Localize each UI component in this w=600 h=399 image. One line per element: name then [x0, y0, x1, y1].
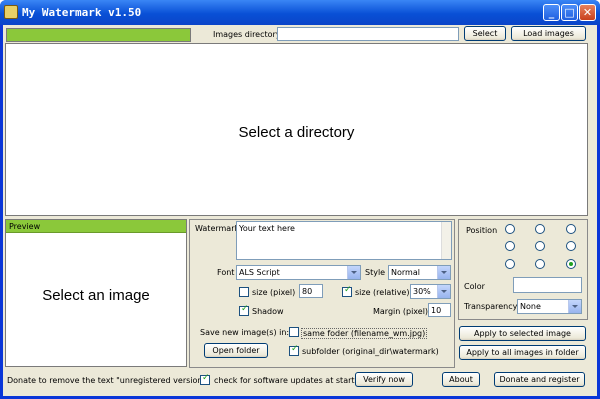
same-folder-label: same foder (filename_wm.jpg) — [301, 328, 428, 339]
font-select[interactable]: ALS Script — [236, 265, 361, 280]
position-top-center-radio[interactable] — [535, 224, 545, 234]
select-directory-placeholder: Select a directory — [238, 124, 355, 141]
watermark-scrollbar[interactable] — [441, 222, 451, 259]
color-label: Color — [464, 282, 485, 291]
select-button[interactable]: Select — [464, 26, 506, 41]
subfolder-checkbox[interactable] — [289, 344, 299, 356]
about-button[interactable]: About — [442, 372, 480, 387]
transparency-label: Transparency — [464, 302, 518, 311]
apply-all-button[interactable]: Apply to all images in folder — [459, 345, 586, 360]
progress-bar — [6, 28, 191, 42]
donate-register-button[interactable]: Donate and register — [494, 372, 585, 387]
shadow-checkbox[interactable] — [239, 304, 249, 316]
minimize-icon: _ — [548, 6, 555, 19]
transparency-select[interactable]: None — [517, 299, 582, 314]
transparency-value: None — [520, 302, 541, 311]
apply-selected-button[interactable]: Apply to selected image — [459, 326, 586, 341]
size-relative-checkbox[interactable] — [342, 285, 352, 297]
position-middle-center-radio[interactable] — [535, 241, 545, 251]
images-directory-field[interactable] — [277, 27, 459, 41]
check-updates-label: check for software updates at startup — [214, 376, 365, 385]
chevron-down-icon — [568, 300, 581, 313]
images-directory-label: Images directory — [213, 30, 281, 39]
save-in-label: Save new image(s) in: — [200, 328, 290, 337]
check-updates-checkbox[interactable] — [200, 373, 210, 385]
size-pixel-checkbox[interactable] — [239, 287, 249, 297]
position-middle-right-radio[interactable] — [566, 241, 576, 251]
preview-panel: Preview Select an image — [5, 219, 187, 367]
subfolder-label: subfolder (original_dir\watermark) — [302, 347, 439, 356]
chevron-down-icon — [347, 266, 360, 279]
margin-label: Margin (pixel) — [373, 307, 429, 316]
preview-title: Preview — [9, 222, 41, 231]
size-relative-label: size (relative) — [355, 288, 410, 297]
open-folder-button[interactable]: Open folder — [204, 343, 268, 358]
client-area: Images directory Select Load images Sele… — [3, 25, 597, 396]
close-icon: ✕ — [582, 6, 593, 19]
select-image-placeholder: Select an image — [42, 287, 150, 304]
same-folder-checkbox[interactable] — [289, 327, 299, 337]
size-pixel-label: size (pixel) — [252, 288, 296, 297]
style-label: Style — [365, 268, 386, 277]
style-select[interactable]: Normal — [388, 265, 451, 280]
watermark-text-input[interactable]: Your text here — [236, 221, 452, 260]
position-bottom-center-radio[interactable] — [535, 259, 545, 269]
maximize-button[interactable]: □ — [561, 4, 578, 21]
size-pixel-input[interactable]: 80 — [299, 284, 323, 298]
position-top-left-radio[interactable] — [505, 224, 515, 234]
size-relative-select[interactable]: 30% — [410, 284, 451, 299]
font-label: Font — [217, 268, 235, 277]
watermark-label: Watermark — [195, 224, 240, 233]
watermark-text: Your text here — [239, 224, 295, 233]
size-relative-value: 30% — [413, 287, 431, 296]
margin-input[interactable]: 10 — [428, 303, 451, 317]
size-pixel-value: 80 — [302, 287, 313, 296]
image-list-area[interactable]: Select a directory — [5, 43, 588, 216]
position-middle-left-radio[interactable] — [505, 241, 515, 251]
window-title: My Watermark v1.50 — [22, 6, 142, 19]
style-value: Normal — [391, 268, 420, 277]
app-icon — [4, 5, 18, 19]
minimize-button[interactable]: _ — [543, 4, 560, 21]
donate-text: Donate to remove the text "unregistered … — [7, 376, 207, 385]
position-bottom-left-radio[interactable] — [505, 259, 515, 269]
position-label: Position — [466, 226, 498, 235]
position-bottom-right-radio[interactable] — [566, 259, 576, 269]
preview-header: Preview — [6, 220, 186, 233]
margin-value: 10 — [431, 306, 442, 315]
font-value: ALS Script — [239, 268, 280, 277]
title-bar[interactable]: My Watermark v1.50 _ □ ✕ — [0, 0, 600, 25]
color-field[interactable] — [513, 277, 582, 293]
shadow-label: Shadow — [252, 307, 284, 316]
close-button[interactable]: ✕ — [579, 4, 596, 21]
chevron-down-icon — [437, 285, 450, 298]
position-top-right-radio[interactable] — [566, 224, 576, 234]
maximize-icon: □ — [564, 6, 575, 19]
chevron-down-icon — [437, 266, 450, 279]
app-window: My Watermark v1.50 _ □ ✕ Images director… — [0, 0, 600, 399]
verify-now-button[interactable]: Verify now — [355, 372, 413, 387]
load-images-button[interactable]: Load images — [511, 26, 586, 41]
